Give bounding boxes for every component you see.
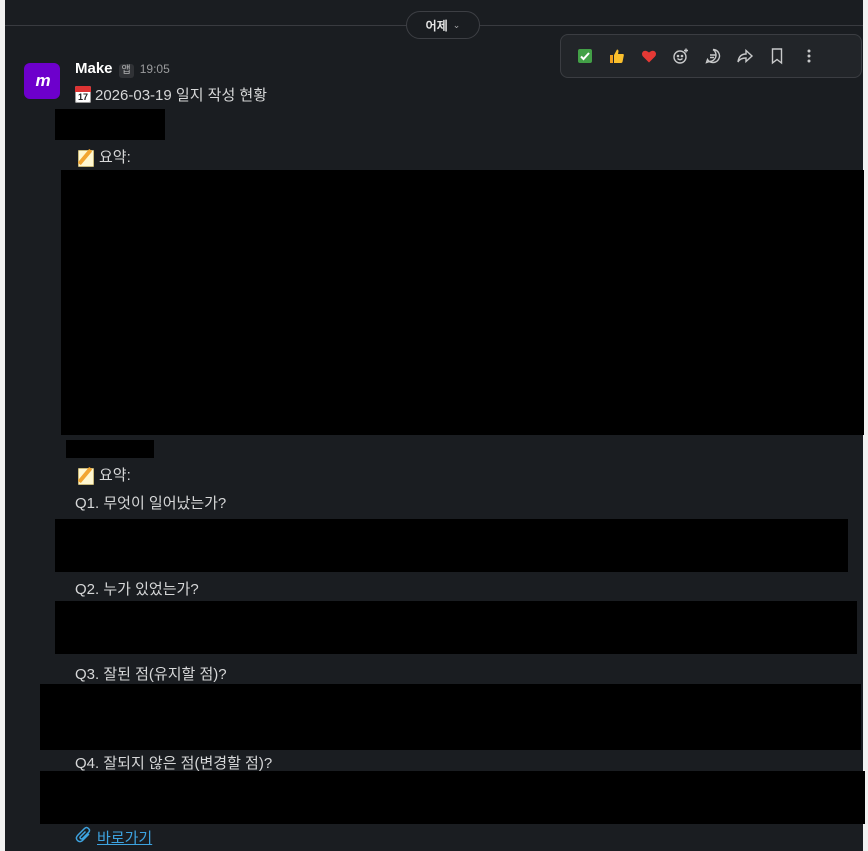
question-1: Q1. 무엇이 일어났는가? [75,495,227,512]
redacted-block [61,170,864,435]
avatar[interactable]: m [24,63,60,99]
redacted-block [55,109,165,140]
calendar-icon: 17 [75,86,91,103]
memo-icon [77,466,95,485]
question-2: Q2. 누가 있었는가? [75,581,199,598]
sender-name[interactable]: Make [75,60,113,77]
message-hover-toolbar [560,34,862,78]
avatar-logo: m [35,71,50,90]
redacted-block [55,601,857,654]
day-divider-label: 어제 [425,18,448,33]
memo-icon [77,148,95,167]
question-4: Q4. 잘되지 않은 점(변경할 점)? [75,755,273,772]
app-badge: 앱 [118,64,134,78]
message-header: Make 앱 19:05 [75,60,170,78]
shortcut-link[interactable]: 바로가기 [97,827,152,848]
heart-emoji-icon[interactable] [633,40,665,72]
redacted-block [55,519,848,572]
redacted-block [40,684,861,750]
summary-label: 요약: [99,467,131,484]
message-timestamp[interactable]: 19:05 [140,62,170,76]
paperclip-icon [75,826,93,849]
more-icon[interactable] [793,40,825,72]
check-mark-emoji-icon[interactable] [569,40,601,72]
question-3: Q3. 잘된 점(유지할 점)? [75,666,227,683]
bookmark-icon[interactable] [761,40,793,72]
summary-heading: 요약: [77,146,131,167]
day-divider-button[interactable]: 어제 ⌄ [406,11,480,39]
forward-icon[interactable] [729,40,761,72]
add-reaction-icon[interactable] [665,40,697,72]
message-title-text: 2026-03-19 일지 작성 현황 [95,87,268,104]
chevron-down-icon: ⌄ [452,19,461,30]
summary-label: 요약: [99,149,131,166]
redacted-block [40,771,865,824]
shortcut-link-line: 바로가기 [75,826,152,849]
summary-heading: 요약: [77,464,131,485]
thumbs-up-emoji-icon[interactable] [601,40,633,72]
message-title: 17 2026-03-19 일지 작성 현황 [75,84,267,105]
reply-in-thread-icon[interactable] [697,40,729,72]
redacted-block [66,440,154,458]
